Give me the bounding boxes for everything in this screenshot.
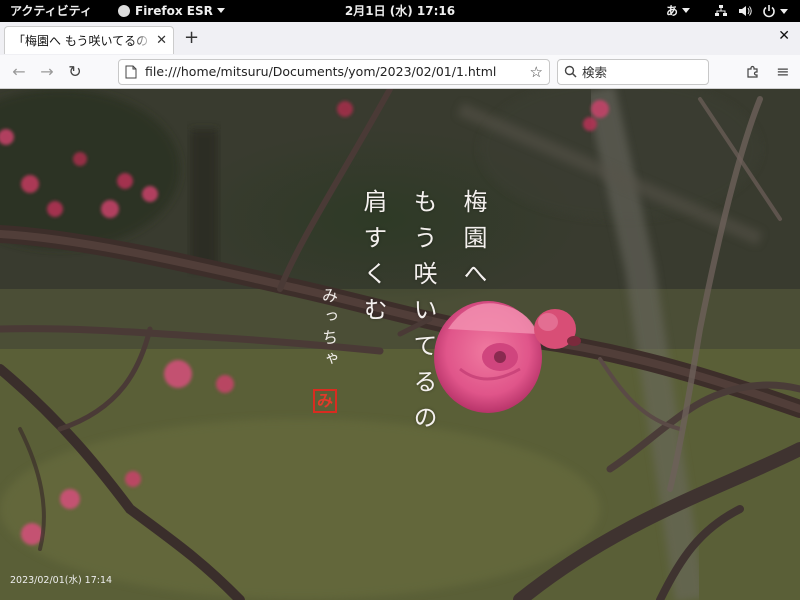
firefox-icon — [118, 5, 130, 17]
search-input[interactable] — [582, 63, 702, 81]
post-datetime: 2023/02/01(水) 17:14 — [10, 575, 113, 586]
tab-close-icon[interactable]: ✕ — [156, 27, 167, 55]
reload-button[interactable]: ↻ — [66, 63, 84, 81]
app-menu[interactable]: Firefox ESR — [118, 0, 225, 22]
search-box[interactable] — [557, 59, 709, 85]
url-text[interactable]: file:///home/mitsuru/Documents/yom/2023/… — [145, 60, 496, 84]
plum-blossom-photo — [0, 89, 800, 600]
system-tray[interactable] — [714, 0, 788, 22]
chevron-down-icon — [780, 8, 788, 14]
tab-strip: 「梅園へ もう咲いてるの 肩すくむ」 ✕ + ✕ — [0, 22, 800, 55]
hamburger-menu-icon[interactable]: ≡ — [774, 63, 792, 81]
poem-line-3: 肩すくむ — [359, 189, 387, 333]
new-tab-button[interactable]: + — [184, 27, 199, 49]
app-name: Firefox ESR — [135, 4, 213, 18]
clock-label[interactable]: 2月1日 (水) 17:16 — [345, 4, 455, 18]
chevron-down-icon — [682, 8, 691, 13]
system-top-bar: アクティビティ Firefox ESR 2月1日 (水) 17:16 あ — [0, 0, 800, 22]
url-bar[interactable]: file:///home/mitsuru/Documents/yom/2023/… — [118, 59, 550, 85]
page-content: 梅園へ もう咲いてるの 肩すくむ みっちゃ み 2023/02/01(水) 17… — [0, 89, 800, 600]
power-icon — [763, 5, 775, 18]
navigation-toolbar: ← → ↻ file:///home/mitsuru/Documents/yom… — [0, 55, 800, 89]
forward-button[interactable]: → — [38, 63, 56, 81]
poem-line-2: もう咲いてるの — [409, 189, 437, 441]
network-icon — [715, 5, 727, 16]
bookmark-star-icon[interactable]: ☆ — [530, 63, 543, 81]
window-close-button[interactable]: ✕ — [778, 28, 790, 44]
chevron-down-icon — [216, 8, 225, 13]
tab-active[interactable]: 「梅園へ もう咲いてるの 肩すくむ」 ✕ — [4, 26, 174, 54]
extensions-icon[interactable] — [744, 63, 762, 81]
activities-button[interactable]: アクティビティ — [10, 0, 92, 22]
back-button[interactable]: ← — [10, 63, 28, 81]
ime-label: あ — [666, 4, 679, 18]
author-seal: み — [313, 389, 337, 413]
volume-icon — [739, 6, 752, 16]
input-method-indicator[interactable]: あ — [666, 0, 691, 22]
poem-line-1: 梅園へ — [459, 189, 487, 297]
poem-author: みっちゃ — [319, 287, 338, 371]
tab-title: 「梅園へ もう咲いてるの 肩すくむ」 — [13, 34, 153, 48]
search-icon — [564, 65, 577, 78]
page-icon — [125, 65, 137, 79]
